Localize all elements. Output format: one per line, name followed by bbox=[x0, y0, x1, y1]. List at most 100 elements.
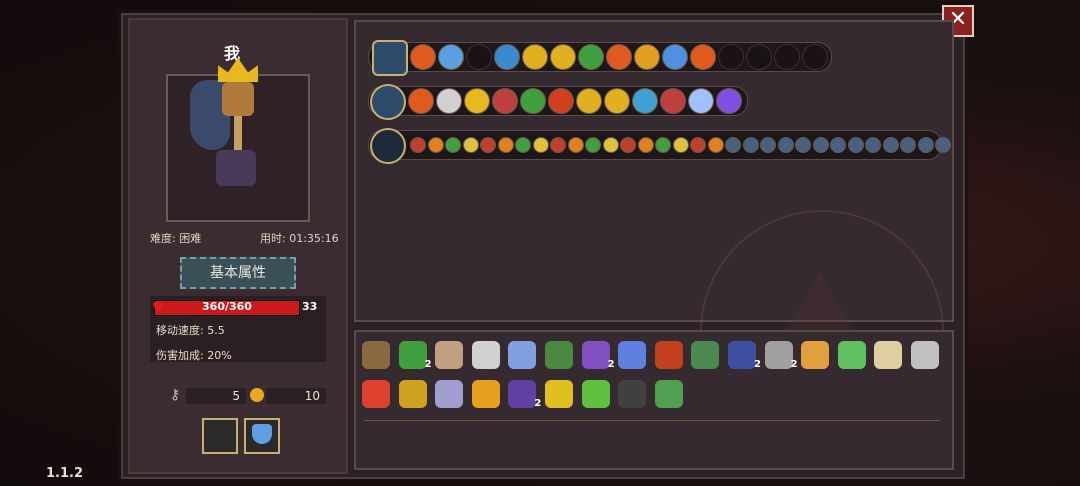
turtle-shell-icon[interactable] bbox=[545, 341, 573, 369]
bell-icon[interactable] bbox=[545, 380, 573, 408]
staff-icon[interactable] bbox=[370, 84, 406, 120]
arrow-up-icon[interactable] bbox=[576, 88, 602, 114]
fangs-icon[interactable] bbox=[874, 341, 903, 369]
small-skill-icon[interactable] bbox=[847, 137, 864, 153]
crate-icon[interactable] bbox=[654, 341, 683, 369]
small-skill-icon[interactable] bbox=[532, 137, 549, 153]
flower-icon[interactable] bbox=[634, 44, 660, 70]
sword2-icon[interactable] bbox=[764, 341, 793, 369]
item-count: 2 bbox=[534, 398, 542, 409]
bird-icon[interactable] bbox=[398, 380, 427, 408]
fire-icon[interactable] bbox=[408, 88, 434, 114]
sock-icon[interactable] bbox=[654, 380, 683, 408]
equipment-slot-1[interactable] bbox=[202, 418, 238, 454]
empty-skill-slot[interactable] bbox=[802, 44, 828, 70]
small-skill-icon[interactable] bbox=[777, 137, 794, 153]
leaf-icon[interactable] bbox=[581, 380, 610, 408]
small-skill-icon[interactable] bbox=[445, 137, 461, 153]
small-skill-icon[interactable] bbox=[637, 137, 654, 153]
coins-box: 10 bbox=[266, 388, 326, 404]
arrow-up-icon[interactable] bbox=[550, 44, 576, 70]
small-skill-icon[interactable] bbox=[917, 137, 934, 153]
basic-stats-tab[interactable]: 基本属性 bbox=[180, 257, 296, 289]
hp-text: 360/360 bbox=[202, 300, 252, 313]
small-skill-icon[interactable] bbox=[935, 137, 951, 153]
skull-icon[interactable] bbox=[578, 44, 604, 70]
gem-icon[interactable] bbox=[618, 341, 647, 369]
cape-icon[interactable] bbox=[632, 88, 658, 114]
witch-hat-icon[interactable] bbox=[581, 341, 610, 369]
arrow-up-icon[interactable] bbox=[604, 88, 630, 114]
small-skill-icon[interactable] bbox=[812, 137, 829, 153]
small-skill-icon[interactable] bbox=[882, 137, 899, 153]
sword-icon[interactable] bbox=[662, 44, 688, 70]
robe-icon[interactable] bbox=[508, 380, 537, 408]
book-icon[interactable] bbox=[492, 88, 518, 114]
scroll-icon[interactable] bbox=[435, 380, 464, 408]
ghost-icon[interactable] bbox=[436, 88, 462, 114]
fire-icon[interactable] bbox=[690, 44, 716, 70]
small-skill-icon[interactable] bbox=[480, 137, 496, 153]
small-skill-icon[interactable] bbox=[760, 137, 776, 153]
move-speed-stat: 移动速度: 5.5 bbox=[156, 324, 225, 337]
coin-icon[interactable] bbox=[464, 88, 490, 114]
plant-icon[interactable] bbox=[398, 341, 427, 369]
item-count: 2 bbox=[790, 359, 798, 370]
items-divider bbox=[364, 420, 940, 421]
small-skill-icon[interactable] bbox=[427, 137, 444, 153]
keys-box: 5 bbox=[186, 388, 246, 404]
water-icon[interactable] bbox=[494, 44, 520, 70]
small-skill-icon[interactable] bbox=[742, 137, 759, 153]
chest-icon[interactable] bbox=[372, 40, 408, 76]
bolt-icon[interactable] bbox=[716, 88, 742, 114]
small-skill-icon[interactable] bbox=[655, 137, 671, 153]
small-skill-icon[interactable] bbox=[497, 137, 514, 153]
bottle-icon[interactable] bbox=[837, 341, 866, 369]
small-skill-icon[interactable] bbox=[672, 137, 689, 153]
small-skill-icon[interactable] bbox=[865, 137, 881, 153]
orb-icon[interactable] bbox=[438, 44, 464, 70]
crystal-icon[interactable] bbox=[508, 341, 537, 369]
hat-icon[interactable] bbox=[362, 341, 390, 369]
dagger-icon[interactable] bbox=[911, 341, 939, 369]
book-icon[interactable] bbox=[660, 88, 686, 114]
ribcage-icon[interactable] bbox=[471, 341, 500, 369]
small-skill-icon[interactable] bbox=[410, 137, 426, 153]
small-skill-icon[interactable] bbox=[690, 137, 706, 153]
small-skill-icon[interactable] bbox=[795, 137, 811, 153]
arrow-up-icon[interactable] bbox=[522, 44, 548, 70]
small-skill-icon[interactable] bbox=[567, 137, 584, 153]
version-label: 1.1.2 bbox=[46, 466, 84, 481]
shuriken-icon[interactable] bbox=[370, 128, 406, 164]
damage-bonus-stat: 伤害加成: 20% bbox=[156, 349, 232, 362]
star-icon[interactable] bbox=[688, 88, 714, 114]
small-skill-icon[interactable] bbox=[707, 137, 724, 153]
small-skill-icon[interactable] bbox=[462, 137, 479, 153]
fire-icon[interactable] bbox=[606, 44, 632, 70]
small-skill-icon[interactable] bbox=[515, 137, 531, 153]
empty-skill-slot[interactable] bbox=[746, 44, 772, 70]
item-count: 2 bbox=[424, 359, 432, 370]
small-skill-icon[interactable] bbox=[550, 137, 566, 153]
card-icon[interactable] bbox=[471, 380, 500, 408]
hourglass-icon[interactable] bbox=[548, 88, 574, 114]
mask-icon[interactable] bbox=[618, 380, 647, 408]
small-skill-icon[interactable] bbox=[585, 137, 601, 153]
small-skill-icon[interactable] bbox=[725, 137, 741, 153]
bone-icon[interactable] bbox=[435, 341, 464, 369]
heart-icon: ♥ bbox=[152, 300, 165, 316]
skull-icon[interactable] bbox=[520, 88, 546, 114]
empty-skill-slot[interactable] bbox=[466, 44, 492, 70]
empty-skill-slot[interactable] bbox=[774, 44, 800, 70]
hourglass-icon[interactable] bbox=[801, 341, 830, 369]
fire-icon[interactable] bbox=[410, 44, 436, 70]
boot-icon[interactable] bbox=[691, 341, 720, 369]
shield-value: 33 bbox=[302, 300, 318, 313]
hat2-icon[interactable] bbox=[728, 341, 756, 369]
heart-icon[interactable] bbox=[362, 380, 390, 408]
small-skill-icon[interactable] bbox=[620, 137, 636, 153]
small-skill-icon[interactable] bbox=[900, 137, 916, 153]
small-skill-icon[interactable] bbox=[830, 137, 846, 153]
small-skill-icon[interactable] bbox=[602, 137, 619, 153]
empty-skill-slot[interactable] bbox=[718, 44, 744, 70]
